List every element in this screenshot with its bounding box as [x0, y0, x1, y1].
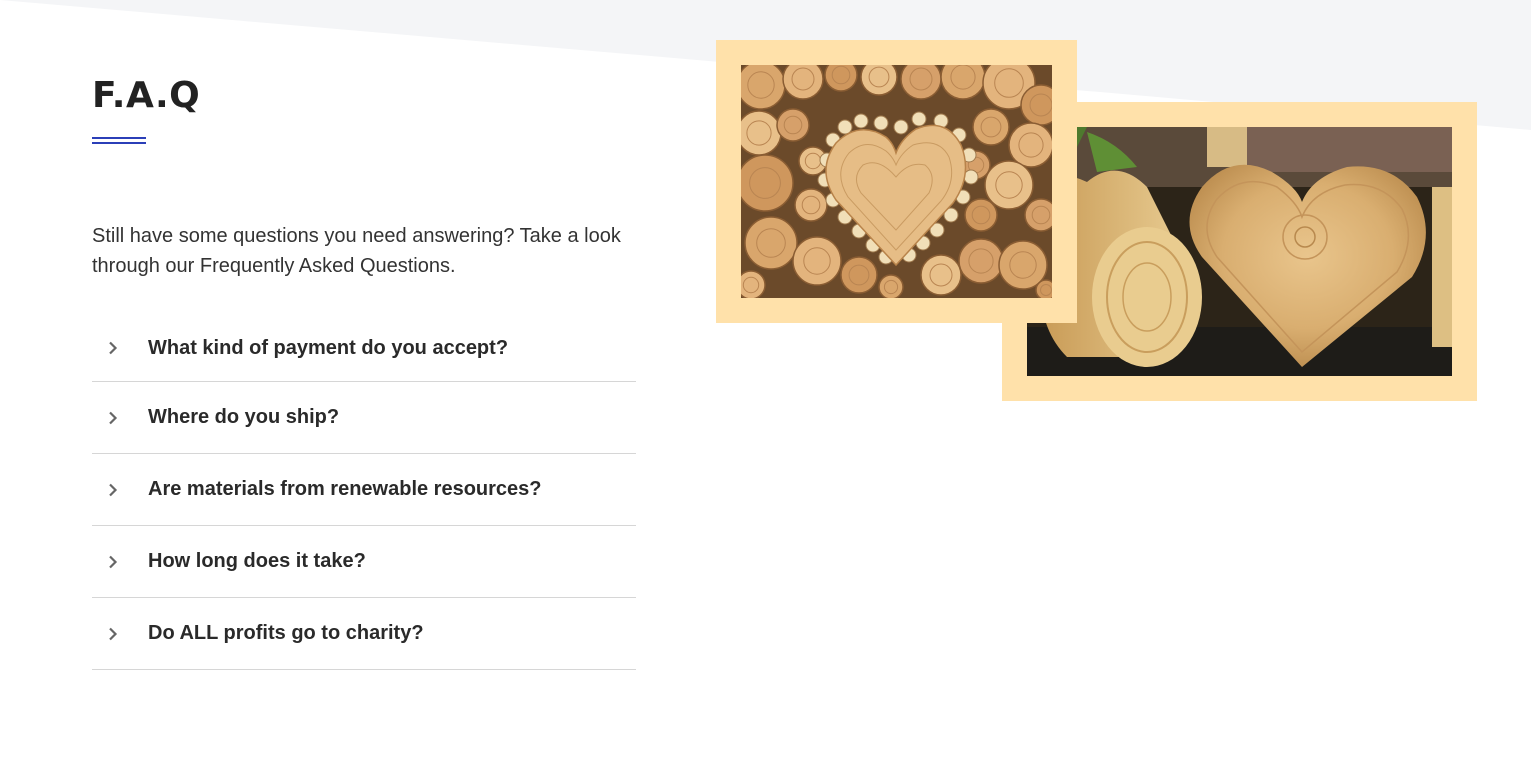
faq-question: Do ALL profits go to charity? [148, 622, 424, 644]
page-title: F.A.Q [92, 75, 201, 116]
chevron-right-icon [92, 483, 148, 497]
faq-question: How long does it take? [148, 550, 366, 572]
faq-item-payment[interactable]: What kind of payment do you accept? [92, 315, 636, 382]
faq-item-duration[interactable]: How long does it take? [92, 526, 636, 598]
stacked-logs-heart-image [741, 65, 1052, 298]
faq-question: Where do you ship? [148, 406, 340, 428]
faq-item-shipping[interactable]: Where do you ship? [92, 382, 636, 454]
title-underline [92, 137, 146, 144]
wooden-hearts-image [1027, 127, 1452, 376]
faq-item-materials[interactable]: Are materials from renewable resources? [92, 454, 636, 526]
chevron-right-icon [92, 341, 148, 355]
faq-question: Are materials from renewable resources? [148, 478, 542, 500]
chevron-right-icon [92, 555, 148, 569]
faq-list: What kind of payment do you accept? Wher… [92, 315, 636, 670]
chevron-right-icon [92, 411, 148, 425]
image-frame-stacked-logs [716, 40, 1077, 323]
faq-intro: Still have some questions you need answe… [92, 225, 621, 277]
chevron-right-icon [92, 627, 148, 641]
faq-question: What kind of payment do you accept? [148, 336, 509, 359]
faq-item-charity[interactable]: Do ALL profits go to charity? [92, 598, 636, 670]
